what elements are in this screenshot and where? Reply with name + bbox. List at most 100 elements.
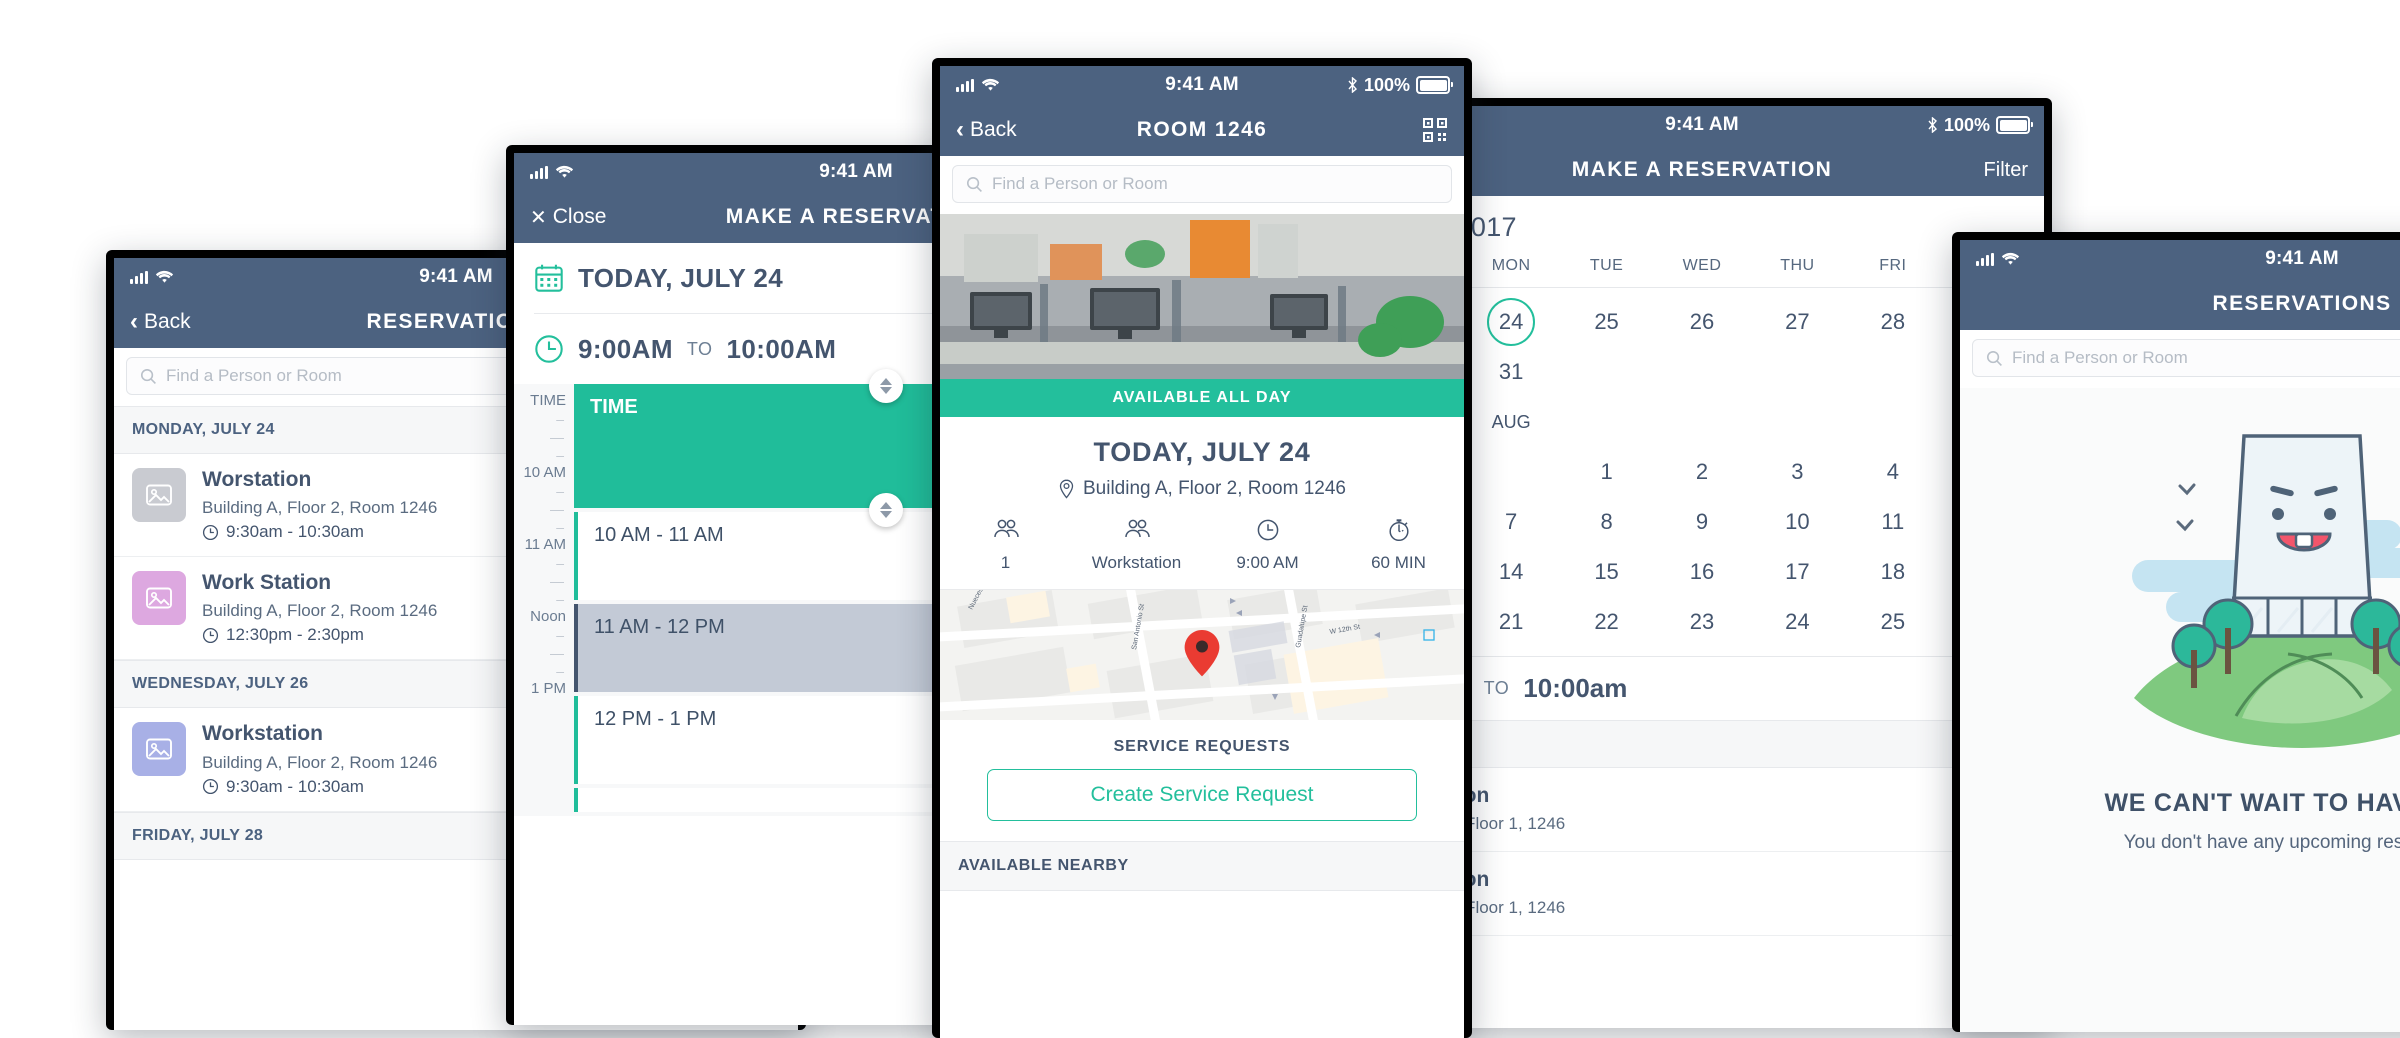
list-item-location: Building A, Floor 2, Room 1246 [202, 498, 438, 518]
phone3-search-input[interactable]: Find a Person or Room [952, 165, 1452, 203]
axis-label-1pm: 1 PM [530, 680, 566, 697]
calendar-day[interactable]: 10 [1750, 498, 1845, 546]
calendar-day[interactable]: 31 [1463, 348, 1558, 396]
list-item-title: Worstation [202, 468, 312, 491]
calendar-day[interactable]: 2 [1654, 448, 1749, 496]
wifi-icon [2001, 252, 2020, 265]
calendar-day[interactable]: 18 [1845, 548, 1940, 596]
calendar-day[interactable]: 15 [1559, 548, 1654, 596]
phone5-screen: 9:41 AM 100% RESERVATIONS [1960, 240, 2400, 1032]
image-placeholder-icon [146, 739, 172, 760]
list-item-time-row: 9:30am - 10:30am [202, 522, 437, 542]
phone1-back-label: Back [144, 310, 191, 333]
location-map[interactable]: Nueces St San Antonio St Guadalupe St W … [940, 589, 1464, 720]
calendar-day[interactable]: 7 [1463, 498, 1558, 546]
phone1-search-placeholder: Find a Person or Room [166, 366, 342, 385]
calendar-day[interactable]: 8 [1559, 498, 1654, 546]
calendar-day[interactable]: 27 [1750, 298, 1845, 346]
create-service-request-button[interactable]: Create Service Request [987, 769, 1417, 821]
phone2-time-to: 10:00AM [726, 333, 837, 364]
map-graphic: Nueces St San Antonio St Guadalupe St W … [940, 590, 1464, 720]
phone5-clock: 9:41 AM [2265, 248, 2339, 269]
axis-label-10am: 10 AM [523, 464, 566, 481]
list-item-body: Workstation Building A, Floor 2, Room 12… [202, 722, 437, 796]
calendar-day[interactable]: 28 [1845, 298, 1940, 346]
calendar-day[interactable]: 23 [1654, 598, 1749, 646]
phone3-back-button[interactable]: ‹ Back [956, 118, 1017, 142]
calendar-spacer [1750, 398, 1845, 446]
phone3-location-text: Building A, Floor 2, Room 1246 [1083, 478, 1346, 499]
calendar-day[interactable]: 26 [1654, 298, 1749, 346]
calendar-day[interactable]: 9 [1654, 498, 1749, 546]
phone-reservations-empty: 9:41 AM 100% RESERVATIONS [1952, 232, 2400, 1032]
calendar-day[interactable]: 24 [1750, 598, 1845, 646]
calendar-day[interactable]: 25 [1845, 598, 1940, 646]
timeline-handle-start[interactable] [869, 369, 903, 403]
calendar-day [1750, 348, 1845, 396]
timeline-handle-end[interactable] [869, 493, 903, 527]
calendar-day[interactable]: 3 [1750, 448, 1845, 496]
calendar-day[interactable]: 1 [1559, 448, 1654, 496]
phone5-status-bar: 9:41 AM 100% [1960, 240, 2400, 278]
room-photo [940, 214, 1464, 379]
phone3-title: ROOM 1246 [1136, 118, 1268, 141]
phone5-search-placeholder: Find a Person or Room [2012, 348, 2188, 367]
axis-tick: – [556, 663, 564, 679]
signal-icon [130, 270, 148, 284]
stat-type: Workstation [1071, 518, 1202, 573]
calendar-spacer [1654, 398, 1749, 446]
thumbnail [132, 468, 186, 522]
battery-icon [1996, 116, 2033, 134]
phone3-stats: 1 Workstation 9:00 AM 60 MIN [940, 518, 1464, 573]
calendar-day[interactable]: 17 [1750, 548, 1845, 596]
calendar-day[interactable]: 4 [1845, 448, 1940, 496]
calendar-day[interactable]: 11 [1845, 498, 1940, 546]
phone5-search-input[interactable]: Find a Person or Room [1972, 339, 2400, 377]
calendar-day [1559, 348, 1654, 396]
calendar-day[interactable]: 25 [1559, 298, 1654, 346]
calendar-day[interactable]: 22 [1559, 598, 1654, 646]
axis-tick: — [550, 573, 564, 589]
phone3-search-wrap: Find a Person or Room [940, 156, 1464, 214]
axis-tick: — [550, 429, 564, 445]
calendar-day-today[interactable]: 24 [1463, 298, 1558, 346]
phone2-status-left [530, 165, 574, 179]
phone4-filter-button[interactable]: Filter [1984, 159, 2028, 182]
calendar-day [1654, 348, 1749, 396]
empty-state-illustration [2132, 434, 2400, 748]
phone1-back-button[interactable]: ‹ Back [130, 310, 191, 334]
calendar-day[interactable]: 14 [1463, 548, 1558, 596]
phone3-search-placeholder: Find a Person or Room [992, 174, 1168, 193]
list-item-title: Work Station [202, 571, 332, 595]
dow-wed: WED [1682, 257, 1722, 274]
axis-tick: – [556, 447, 564, 463]
list-item-time: 12:30pm - 2:30pm [226, 625, 364, 645]
phone4-time-to: 10:00am [1523, 673, 1628, 703]
empty-state-title: WE CAN'T WAIT TO HAVE YOU! [2104, 789, 2400, 817]
thumbnail [132, 722, 186, 777]
phone3-qr-button[interactable] [1422, 117, 1448, 143]
list-item-time-row: 9:30am - 10:30am [202, 777, 437, 797]
phone5-nav-bar: RESERVATIONS [1960, 278, 2400, 330]
axis-tick: – [556, 627, 564, 643]
battery-percent: 100% [1943, 114, 1990, 135]
phone2-close-button[interactable]: ✕ Close [530, 205, 606, 230]
office-photo-illustration [940, 214, 1464, 379]
calendar-day[interactable]: 16 [1654, 548, 1749, 596]
phone2-date: TODAY, JULY 24 [578, 262, 784, 293]
calendar-spacer [1559, 398, 1654, 446]
phone3-date-title: TODAY, JULY 24 [1093, 437, 1311, 467]
calendar-day[interactable]: 21 [1463, 598, 1558, 646]
axis-label-11am: 11 AM [524, 536, 566, 553]
phone3-status-right: 100% [1347, 75, 1453, 96]
chevron-left-icon: ‹ [130, 308, 138, 335]
dow-thu: THU [1780, 257, 1815, 274]
slot-time: TIME [590, 396, 638, 418]
stat-value: 9:00 AM [1236, 553, 1299, 572]
list-item-time: 9:30am - 10:30am [226, 522, 364, 542]
empty-state: WE CAN'T WAIT TO HAVE YOU! You don't hav… [1960, 388, 2400, 1032]
wifi-icon [555, 165, 574, 178]
stat-duration: 60 MIN [1333, 518, 1464, 573]
phone3-location: Building A, Floor 2, Room 1246 [940, 478, 1464, 500]
axis-tick: – [556, 591, 564, 607]
